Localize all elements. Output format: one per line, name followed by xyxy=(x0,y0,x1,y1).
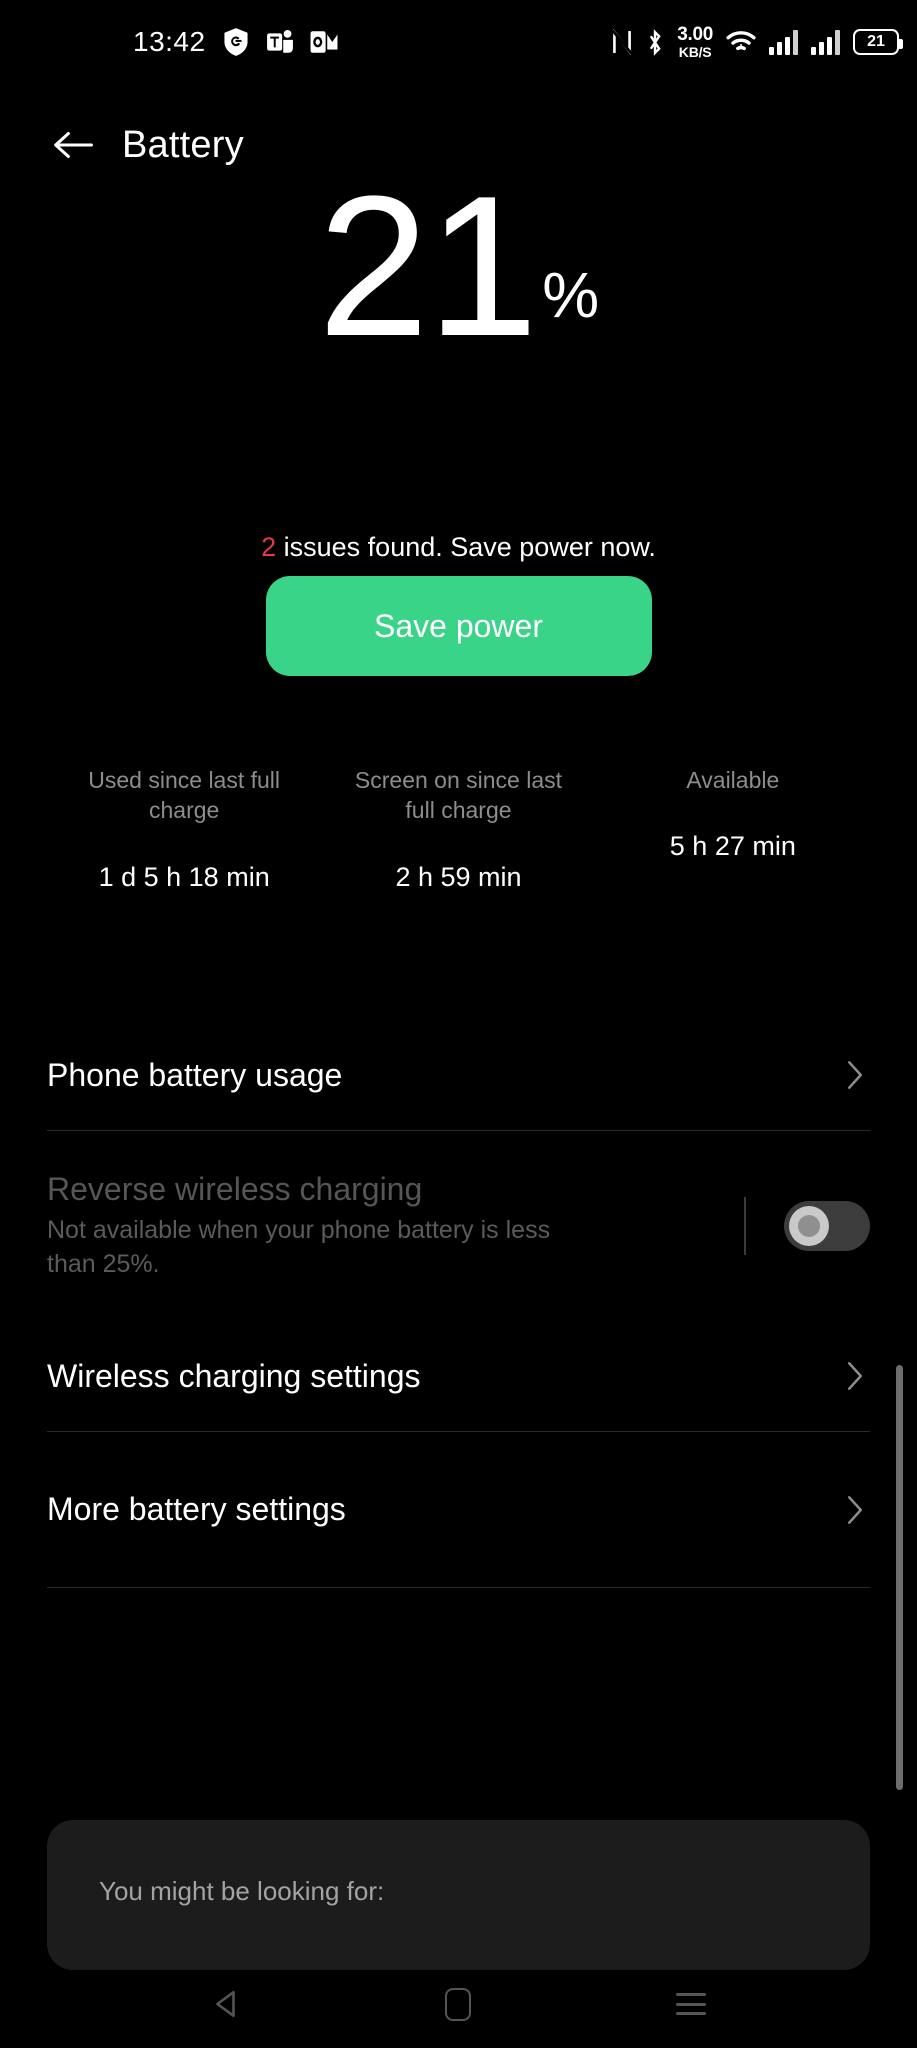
reverse-wireless-charging-toggle[interactable] xyxy=(784,1201,870,1251)
row-title: Phone battery usage xyxy=(47,1056,343,1093)
row-text-column: Reverse wireless charging Not available … xyxy=(47,1171,744,1282)
stat-value: 5 h 27 min xyxy=(669,831,796,862)
stat-value: 1 d 5 h 18 min xyxy=(98,861,270,892)
row-reverse-wireless-charging[interactable]: Reverse wireless charging Not available … xyxy=(0,1131,917,1321)
back-button[interactable] xyxy=(47,119,99,171)
suggestion-card[interactable]: You might be looking for: xyxy=(47,1820,870,1970)
nav-back-button[interactable] xyxy=(191,1974,261,2034)
row-more-battery-settings[interactable]: More battery settings xyxy=(0,1432,917,1587)
row-title: Reverse wireless charging xyxy=(47,1170,423,1207)
home-nav-icon xyxy=(445,1987,472,2021)
row-title: More battery settings xyxy=(47,1491,346,1527)
save-power-container: Save power xyxy=(0,576,917,676)
recents-nav-icon xyxy=(675,1993,706,2015)
stat-label: Screen on since last full charge xyxy=(354,767,563,824)
settings-list: Phone battery usage Reverse wireless cha… xyxy=(0,1020,917,1588)
signal-bars-icon-sim1 xyxy=(769,29,798,55)
row-wireless-charging-settings[interactable]: Wireless charging settings xyxy=(0,1321,917,1431)
page-title: Battery xyxy=(122,123,244,166)
status-bar-right: 3.00 KB/S 21 xyxy=(611,0,903,84)
nav-home-button[interactable] xyxy=(423,1974,493,2034)
issues-summary: 2 issues found. Save power now. xyxy=(0,532,917,563)
stat-used-since-last-full-charge: Used since last full charge 1 d 5 h 18 m… xyxy=(47,765,321,893)
bluetooth-icon xyxy=(646,28,664,56)
battery-percent-symbol: % xyxy=(542,259,600,331)
status-bar: 13:42 3.00 KB/S 21 xyxy=(0,0,917,84)
stat-value: 2 h 59 min xyxy=(395,861,522,892)
outlook-icon xyxy=(310,29,338,55)
teams-icon xyxy=(266,28,294,56)
row-phone-battery-usage[interactable]: Phone battery usage xyxy=(0,1020,917,1130)
row-vertical-divider xyxy=(744,1197,746,1255)
wifi-icon xyxy=(726,29,756,55)
signal-bars-icon-sim2 xyxy=(811,29,840,55)
issues-text: issues found. Save power now. xyxy=(276,532,656,562)
stat-label: Available xyxy=(686,767,780,793)
battery-percent-display: 21 % xyxy=(0,155,917,378)
battery-percent-value: 21 xyxy=(317,155,538,378)
data-rate-indicator: 3.00 KB/S xyxy=(677,25,713,59)
chevron-right-icon xyxy=(847,1061,863,1089)
row-title: Wireless charging settings xyxy=(47,1357,421,1394)
shield-icon xyxy=(222,27,250,57)
status-bar-left: 13:42 xyxy=(133,0,338,84)
battery-status-level: 21 xyxy=(867,33,885,50)
battery-settings-screen: 13:42 3.00 KB/S 21 Battery 21 % 2 issues… xyxy=(0,0,917,2048)
toggle-knob xyxy=(789,1206,829,1246)
vertical-scrollbar[interactable] xyxy=(896,1365,903,1790)
nav-recents-button[interactable] xyxy=(656,1974,726,2034)
save-power-button[interactable]: Save power xyxy=(265,576,652,676)
nfc-icon xyxy=(611,29,634,55)
chevron-right-icon xyxy=(847,1495,863,1524)
stat-label: Used since last full charge xyxy=(88,767,281,824)
back-arrow-icon xyxy=(54,131,93,159)
row-subtitle: Not available when your phone battery is… xyxy=(47,1215,551,1278)
system-navigation-bar xyxy=(0,1960,917,2048)
stat-screen-on-since-last-full-charge: Screen on since last full charge 2 h 59 … xyxy=(321,765,595,893)
stat-available: Available 5 h 27 min xyxy=(596,765,870,893)
list-divider xyxy=(47,1587,870,1588)
issues-count: 2 xyxy=(261,532,277,562)
data-rate-value: 3.00 xyxy=(677,24,713,45)
status-bar-clock: 13:42 xyxy=(133,26,206,57)
chevron-right-icon xyxy=(847,1362,863,1390)
back-nav-icon xyxy=(216,1990,235,2018)
data-rate-unit: KB/S xyxy=(678,44,712,60)
suggestion-card-title: You might be looking for: xyxy=(99,1876,385,1906)
battery-status-icon: 21 xyxy=(853,29,903,55)
battery-stats-row: Used since last full charge 1 d 5 h 18 m… xyxy=(47,765,870,893)
